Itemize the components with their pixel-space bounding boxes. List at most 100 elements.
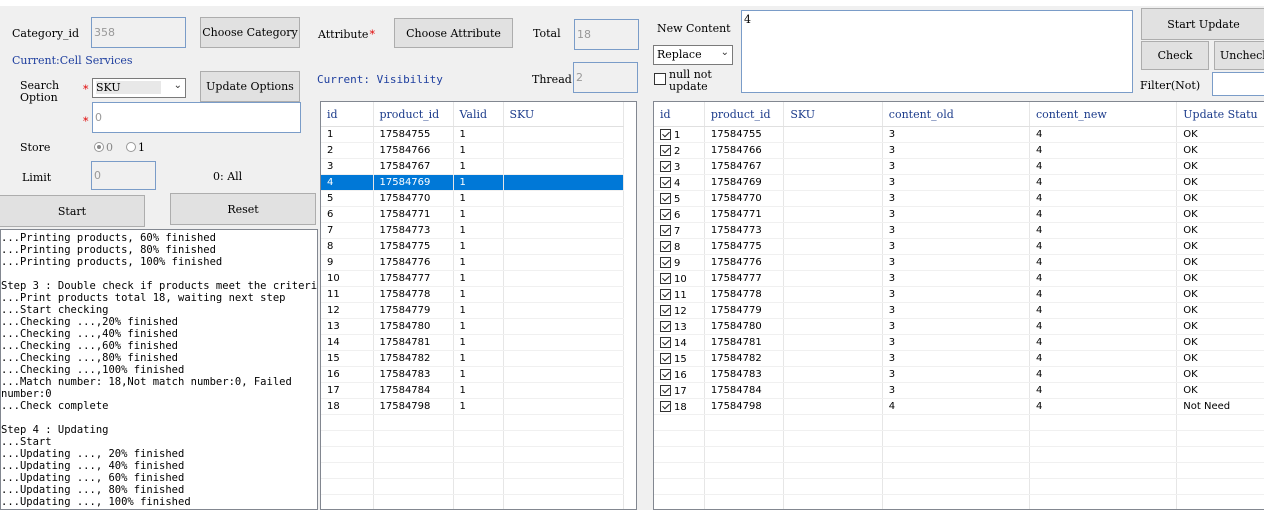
- column-header[interactable]: SKU: [783, 102, 883, 127]
- thread-input[interactable]: 2: [573, 62, 638, 93]
- table-row[interactable]: 17 17584784 1: [321, 382, 624, 399]
- row-checkbox[interactable]: [660, 176, 671, 188]
- row-checkbox[interactable]: [660, 160, 671, 172]
- table-row[interactable]: 15 17584782 3 4 OK: [654, 350, 1264, 367]
- empty-cell: [882, 462, 1030, 479]
- table-row[interactable]: 13 17584780 3 4 OK: [654, 318, 1264, 335]
- column-header[interactable]: id: [321, 102, 374, 127]
- filter-input[interactable]: [1212, 72, 1264, 96]
- empty-row: [654, 478, 1264, 495]
- update-grid[interactable]: id product_id SKU content_old content_new Upd…: [653, 101, 1264, 510]
- category-id-input[interactable]: 358: [91, 17, 186, 48]
- table-row[interactable]: 14 17584781 3 4 OK: [654, 334, 1264, 351]
- table-row[interactable]: 9 17584776 3 4 OK: [654, 254, 1264, 271]
- table-cell: 4: [882, 398, 1030, 415]
- table-row[interactable]: 4 17584769 1: [321, 174, 624, 191]
- table-row[interactable]: 12 17584779 3 4 OK: [654, 302, 1264, 319]
- choose-attribute-button[interactable]: Choose Attribute: [394, 18, 513, 48]
- table-row[interactable]: 18 17584798 4 4 Not Need: [654, 398, 1264, 415]
- row-checkbox[interactable]: [660, 384, 671, 396]
- empty-cell: [654, 446, 705, 463]
- row-checkbox[interactable]: [660, 336, 671, 348]
- table-row[interactable]: 11 17584778 1: [321, 286, 624, 303]
- column-header[interactable]: content_new: [1029, 102, 1178, 127]
- table-row[interactable]: 2 17584766 1: [321, 142, 624, 159]
- column-header[interactable]: Update Statu: [1176, 102, 1264, 127]
- table-row[interactable]: 3 17584767 1: [321, 158, 624, 175]
- empty-cell: [503, 414, 624, 431]
- table-row[interactable]: 5 17584770 1: [321, 190, 624, 207]
- table-row[interactable]: 1 17584755 3 4 OK: [654, 126, 1264, 143]
- product-grid[interactable]: id product_id Valid SKU 1 17584755 1 2 17584766…: [320, 101, 637, 510]
- column-header[interactable]: Valid: [453, 102, 504, 127]
- row-checkbox[interactable]: [660, 208, 671, 220]
- store-radio-1[interactable]: 1: [126, 141, 145, 154]
- row-checkbox[interactable]: [660, 352, 671, 364]
- table-row[interactable]: 7 17584773 1: [321, 222, 624, 239]
- empty-row: [321, 462, 624, 479]
- row-checkbox[interactable]: [660, 240, 671, 252]
- start-button[interactable]: Start: [0, 195, 145, 227]
- table-row[interactable]: 11 17584778 3 4 OK: [654, 286, 1264, 303]
- total-input[interactable]: 18: [574, 19, 639, 50]
- table-row[interactable]: 14 17584781 1: [321, 334, 624, 351]
- limit-input[interactable]: 0: [91, 161, 156, 190]
- new-content-textarea[interactable]: 4: [741, 10, 1133, 93]
- column-header[interactable]: SKU: [503, 102, 624, 127]
- empty-cell: [453, 446, 504, 463]
- table-row[interactable]: 2 17584766 3 4 OK: [654, 142, 1264, 159]
- table-row[interactable]: 18 17584798 1: [321, 398, 624, 415]
- table-row[interactable]: 6 17584771 3 4 OK: [654, 206, 1264, 223]
- empty-cell: [783, 478, 883, 495]
- row-checkbox[interactable]: [660, 144, 671, 156]
- row-checkbox[interactable]: [660, 272, 671, 284]
- row-checkbox[interactable]: [660, 320, 671, 332]
- table-row[interactable]: 7 17584773 3 4 OK: [654, 222, 1264, 239]
- table-row[interactable]: 1 17584755 1: [321, 126, 624, 143]
- null-not-update-checkbox[interactable]: [654, 73, 666, 85]
- log-output[interactable]: ...Printing products, 60% finished ...Pri…: [0, 229, 318, 510]
- column-header[interactable]: id: [654, 102, 705, 127]
- table-row[interactable]: 4 17584769 3 4 OK: [654, 174, 1264, 191]
- table-row[interactable]: 9 17584776 1: [321, 254, 624, 271]
- table-row[interactable]: 16 17584783 1: [321, 366, 624, 383]
- update-options-button[interactable]: Update Options: [200, 71, 300, 102]
- table-row[interactable]: 16 17584783 3 4 OK: [654, 366, 1264, 383]
- table-row[interactable]: 12 17584779 1: [321, 302, 624, 319]
- row-checkbox[interactable]: [660, 256, 671, 268]
- row-checkbox[interactable]: [660, 128, 671, 140]
- row-checkbox[interactable]: [660, 304, 671, 316]
- table-row[interactable]: 5 17584770 3 4 OK: [654, 190, 1264, 207]
- table-row[interactable]: 15 17584782 1: [321, 350, 624, 367]
- table-row[interactable]: 13 17584780 1: [321, 318, 624, 335]
- choose-category-button[interactable]: Choose Category: [200, 17, 300, 48]
- table-row[interactable]: 8 17584775 3 4 OK: [654, 238, 1264, 255]
- column-header[interactable]: product_id: [373, 102, 454, 127]
- store-radio-0[interactable]: 0: [94, 141, 113, 154]
- table-row[interactable]: 8 17584775 1: [321, 238, 624, 255]
- uncheck-button[interactable]: Uncheck: [1214, 41, 1264, 70]
- table-row[interactable]: 10 17584777 1: [321, 270, 624, 287]
- row-checkbox[interactable]: [660, 400, 671, 412]
- reset-button[interactable]: Reset: [170, 193, 316, 225]
- table-row[interactable]: 6 17584771 1: [321, 206, 624, 223]
- table-cell: 3: [882, 382, 1030, 399]
- column-header[interactable]: product_id: [704, 102, 785, 127]
- table-row[interactable]: 17 17584784 3 4 OK: [654, 382, 1264, 399]
- table-row[interactable]: 3 17584767 3 4 OK: [654, 158, 1264, 175]
- row-id: 14: [674, 337, 687, 349]
- check-button[interactable]: Check: [1141, 41, 1209, 70]
- column-header[interactable]: content_old: [882, 102, 1030, 127]
- row-checkbox[interactable]: [660, 224, 671, 236]
- row-checkbox[interactable]: [660, 288, 671, 300]
- row-checkbox[interactable]: [660, 368, 671, 380]
- category-label: Category_id: [12, 27, 80, 40]
- table-row[interactable]: 10 17584777 3 4 OK: [654, 270, 1264, 287]
- search-value-input[interactable]: 0: [92, 102, 301, 133]
- mode-select[interactable]: Replace ⌄: [653, 45, 733, 65]
- search-option-select[interactable]: SKU ⌄: [92, 78, 186, 98]
- empty-cell: [503, 478, 624, 495]
- row-checkbox[interactable]: [660, 192, 671, 204]
- start-update-button[interactable]: Start Update: [1141, 8, 1264, 40]
